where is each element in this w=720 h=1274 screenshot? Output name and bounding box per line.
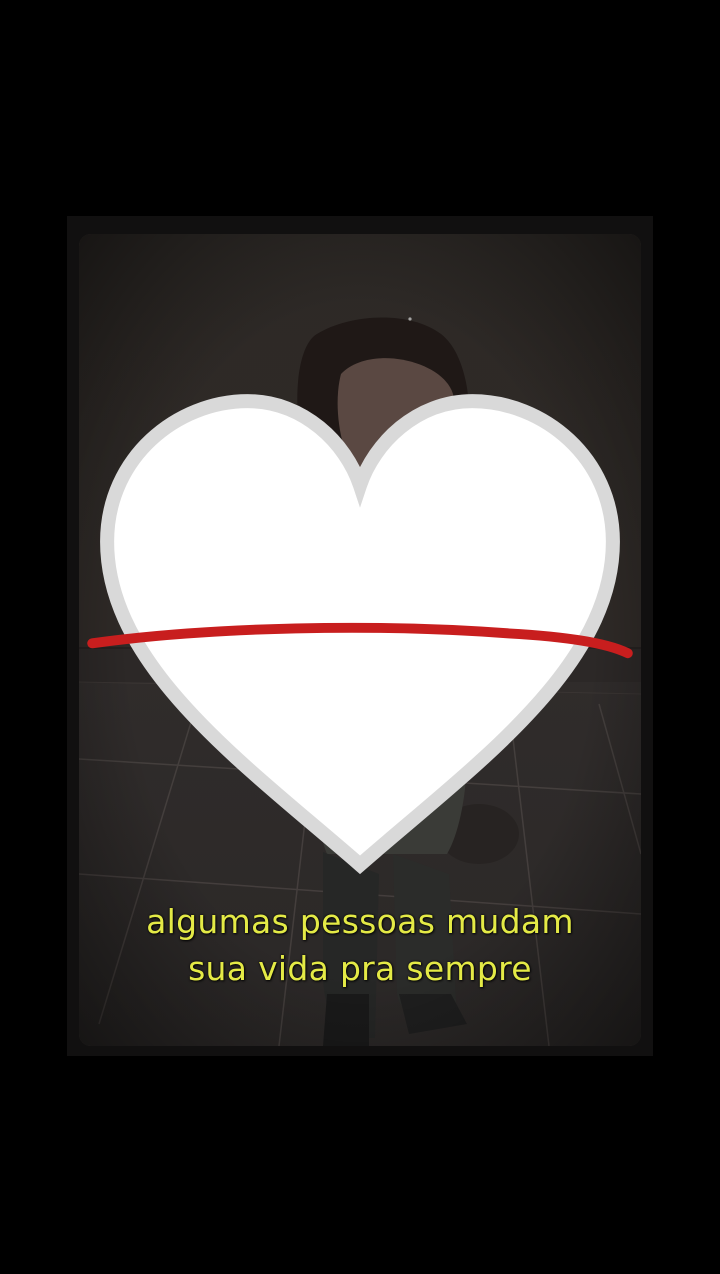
red-underline-stroke: [87, 622, 633, 659]
video-still: algumas pessoas mudam sua vida pra sempr…: [79, 234, 641, 1046]
video-frame: algumas pessoas mudam sua vida pra sempr…: [67, 216, 653, 1056]
